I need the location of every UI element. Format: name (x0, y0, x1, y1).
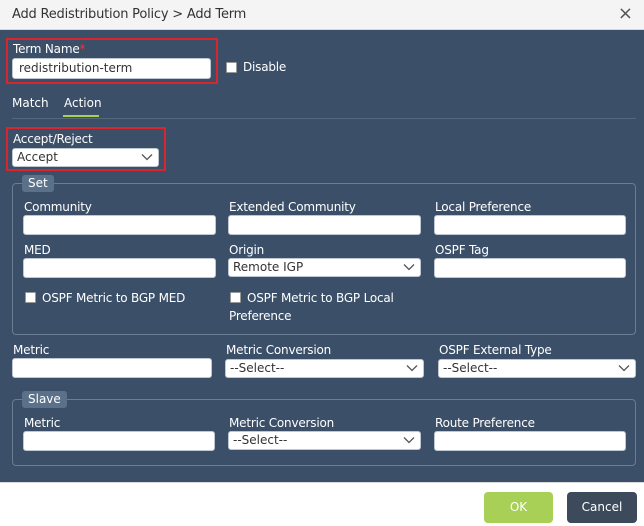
slave-metric-input[interactable] (23, 431, 215, 451)
metric-input[interactable] (12, 358, 212, 378)
dialog-title: Add Redistribution Policy > Add Term (12, 7, 247, 22)
ospf-external-type-label: OSPF External Type (439, 343, 552, 357)
route-preference-input[interactable] (434, 431, 626, 451)
route-preference-label: Route Preference (435, 416, 535, 430)
ospf-metric-to-bgp-med-label: OSPF Metric to BGP MED (42, 291, 186, 305)
ok-button[interactable]: OK (484, 492, 553, 523)
ospf-tag-input[interactable] (434, 258, 626, 278)
med-input[interactable] (23, 258, 216, 278)
local-preference-input[interactable] (434, 215, 626, 235)
tab-divider (12, 118, 636, 119)
ospf-external-type-select[interactable]: --Select-- (438, 359, 636, 378)
disable-checkbox[interactable] (226, 62, 237, 73)
slave-legend: Slave (22, 391, 67, 408)
metric-label: Metric (13, 343, 50, 357)
accept-reject-label: Accept/Reject (13, 132, 93, 146)
active-tab-indicator (63, 115, 99, 117)
tab-action[interactable]: Action (64, 96, 102, 110)
dialog-body: Term Name* redistribution-term Disable M… (0, 30, 644, 482)
med-label: MED (24, 243, 51, 257)
ospf-tag-label: OSPF Tag (435, 243, 489, 257)
dialog-footer: OK Cancel (0, 482, 644, 526)
origin-select[interactable]: Remote IGP (228, 258, 421, 277)
set-legend: Set (22, 175, 54, 192)
ospf-metric-to-bgp-local-pref-label-line2: Preference (229, 309, 292, 323)
term-name-input[interactable]: redistribution-term (12, 58, 211, 79)
cancel-button[interactable]: Cancel (567, 492, 637, 523)
local-preference-label: Local Preference (435, 200, 532, 214)
chevron-down-icon (403, 264, 415, 271)
chevron-down-icon (403, 437, 415, 444)
required-marker: * (79, 42, 86, 56)
add-term-dialog: Add Redistribution Policy > Add Term × T… (0, 0, 644, 526)
close-icon[interactable]: × (618, 5, 633, 23)
ospf-metric-to-bgp-local-pref-checkbox[interactable] (230, 292, 241, 303)
community-label: Community (24, 200, 92, 214)
metric-conversion-select[interactable]: --Select-- (225, 359, 424, 378)
chevron-down-icon (141, 154, 153, 161)
metric-conversion-label: Metric Conversion (226, 343, 331, 357)
slave-metric-conversion-value: --Select-- (233, 433, 288, 447)
chevron-down-icon (618, 365, 630, 372)
extended-community-input[interactable] (228, 215, 421, 235)
slave-metric-conversion-label: Metric Conversion (229, 416, 334, 430)
dialog-titlebar: Add Redistribution Policy > Add Term × (0, 0, 644, 30)
slave-metric-label: Metric (24, 416, 61, 430)
origin-value: Remote IGP (233, 260, 304, 274)
accept-reject-select[interactable]: Accept (12, 148, 159, 167)
tab-match[interactable]: Match (12, 96, 49, 110)
term-name-label: Term Name* (13, 42, 86, 56)
origin-label: Origin (229, 243, 265, 257)
slave-metric-conversion-select[interactable]: --Select-- (228, 431, 421, 450)
chevron-down-icon (406, 365, 418, 372)
ospf-metric-to-bgp-local-pref-label-line1: OSPF Metric to BGP Local (247, 291, 394, 305)
ospf-metric-to-bgp-med-checkbox[interactable] (25, 292, 36, 303)
disable-label: Disable (243, 60, 287, 74)
metric-conversion-value: --Select-- (230, 361, 285, 375)
ospf-external-type-value: --Select-- (443, 361, 498, 375)
community-input[interactable] (23, 215, 216, 235)
extended-community-label: Extended Community (229, 200, 356, 214)
accept-reject-value: Accept (17, 150, 58, 164)
